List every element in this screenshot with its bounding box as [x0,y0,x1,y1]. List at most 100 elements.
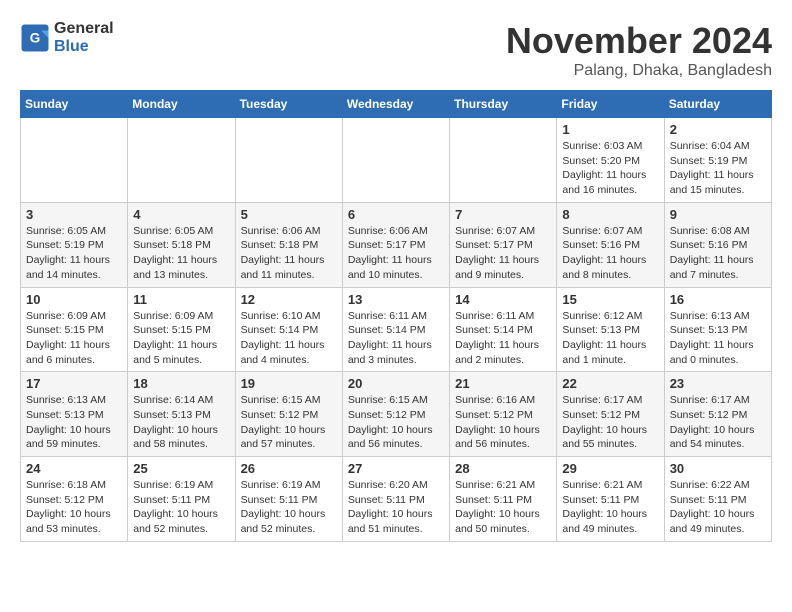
calendar-cell: 22Sunrise: 6:17 AM Sunset: 5:12 PM Dayli… [557,372,664,457]
calendar-cell: 23 Sunrise: 6:17 AM Sunset: 5:12 PM Dayli… [664,372,771,457]
day-number: 20 [348,376,444,391]
calendar-week-2: 10 Sunrise: 6:09 AM Sunset: 5:15 PM Dayli… [21,287,772,372]
day-detail: Sunrise: 6:10 AM Sunset: 5:14 PM Dayligh… [241,309,337,368]
calendar-week-1: 3 Sunrise: 6:05 AM Sunset: 5:19 PM Daylig… [21,202,772,287]
logo-icon: G [20,23,50,53]
day-detail: Sunrise: 6:11 AM Sunset: 5:14 PM Dayligh… [348,309,444,368]
calendar-cell: 13 Sunrise: 6:11 AM Sunset: 5:14 PM Dayli… [342,287,449,372]
calendar-cell: 12 Sunrise: 6:10 AM Sunset: 5:14 PM Dayli… [235,287,342,372]
day-number: 23 [670,376,766,391]
day-number: 15 [562,292,658,307]
day-detail: Sunrise: 6:13 AM Sunset: 5:13 PM Dayligh… [670,309,766,368]
day-detail: Sunrise: 6:08 AM Sunset: 5:16 PM Dayligh… [670,224,766,283]
day-number: 30 [670,461,766,476]
calendar-cell: 4 Sunrise: 6:05 AM Sunset: 5:18 PM Daylig… [128,202,235,287]
calendar-cell: 27 Sunrise: 6:20 AM Sunset: 5:11 PM Dayli… [342,457,449,542]
day-number: 16 [670,292,766,307]
calendar-cell: 25 Sunrise: 6:19 AM Sunset: 5:11 PM Dayli… [128,457,235,542]
calendar-week-0: 1Sunrise: 6:03 AM Sunset: 5:20 PM Daylig… [21,118,772,203]
day-detail: Sunrise: 6:03 AM Sunset: 5:20 PM Dayligh… [562,139,658,198]
day-detail: Sunrise: 6:07 AM Sunset: 5:16 PM Dayligh… [562,224,658,283]
day-number: 19 [241,376,337,391]
calendar-header-saturday: Saturday [664,91,771,118]
calendar-cell: 26 Sunrise: 6:19 AM Sunset: 5:11 PM Dayli… [235,457,342,542]
day-detail: Sunrise: 6:07 AM Sunset: 5:17 PM Dayligh… [455,224,551,283]
calendar-cell: 16 Sunrise: 6:13 AM Sunset: 5:13 PM Dayli… [664,287,771,372]
day-detail: Sunrise: 6:11 AM Sunset: 5:14 PM Dayligh… [455,309,551,368]
calendar-header-tuesday: Tuesday [235,91,342,118]
day-number: 29 [562,461,658,476]
day-number: 4 [133,207,229,222]
calendar-cell: 6 Sunrise: 6:06 AM Sunset: 5:17 PM Daylig… [342,202,449,287]
calendar-table: SundayMondayTuesdayWednesdayThursdayFrid… [20,90,772,542]
day-number: 9 [670,207,766,222]
day-number: 6 [348,207,444,222]
calendar-cell [235,118,342,203]
calendar-header-monday: Monday [128,91,235,118]
calendar-cell [128,118,235,203]
calendar-week-3: 17 Sunrise: 6:13 AM Sunset: 5:13 PM Dayli… [21,372,772,457]
day-number: 7 [455,207,551,222]
day-detail: Sunrise: 6:22 AM Sunset: 5:11 PM Dayligh… [670,478,766,537]
calendar-cell: 20 Sunrise: 6:15 AM Sunset: 5:12 PM Dayli… [342,372,449,457]
logo: G General Blue [20,20,114,55]
calendar-cell: 28 Sunrise: 6:21 AM Sunset: 5:11 PM Dayli… [450,457,557,542]
day-detail: Sunrise: 6:09 AM Sunset: 5:15 PM Dayligh… [133,309,229,368]
logo-general: General [54,20,114,38]
day-detail: Sunrise: 6:05 AM Sunset: 5:19 PM Dayligh… [26,224,122,283]
title-block: November 2024 Palang, Dhaka, Bangladesh [506,20,772,80]
day-number: 5 [241,207,337,222]
calendar-header-friday: Friday [557,91,664,118]
day-number: 21 [455,376,551,391]
day-detail: Sunrise: 6:15 AM Sunset: 5:12 PM Dayligh… [241,393,337,452]
day-detail: Sunrise: 6:13 AM Sunset: 5:13 PM Dayligh… [26,393,122,452]
day-number: 8 [562,207,658,222]
calendar-header-wednesday: Wednesday [342,91,449,118]
month-title: November 2024 [506,20,772,62]
day-number: 11 [133,292,229,307]
day-detail: Sunrise: 6:16 AM Sunset: 5:12 PM Dayligh… [455,393,551,452]
calendar-cell: 11 Sunrise: 6:09 AM Sunset: 5:15 PM Dayli… [128,287,235,372]
day-detail: Sunrise: 6:09 AM Sunset: 5:15 PM Dayligh… [26,309,122,368]
day-number: 26 [241,461,337,476]
page-header: G General Blue November 2024 Palang, Dha… [20,20,772,80]
day-number: 28 [455,461,551,476]
calendar-cell: 3 Sunrise: 6:05 AM Sunset: 5:19 PM Daylig… [21,202,128,287]
calendar-cell: 14 Sunrise: 6:11 AM Sunset: 5:14 PM Dayli… [450,287,557,372]
day-number: 25 [133,461,229,476]
day-detail: Sunrise: 6:12 AM Sunset: 5:13 PM Dayligh… [562,309,658,368]
day-number: 13 [348,292,444,307]
calendar-week-4: 24 Sunrise: 6:18 AM Sunset: 5:12 PM Dayli… [21,457,772,542]
day-detail: Sunrise: 6:20 AM Sunset: 5:11 PM Dayligh… [348,478,444,537]
day-number: 24 [26,461,122,476]
day-detail: Sunrise: 6:06 AM Sunset: 5:17 PM Dayligh… [348,224,444,283]
day-detail: Sunrise: 6:15 AM Sunset: 5:12 PM Dayligh… [348,393,444,452]
calendar-cell: 18 Sunrise: 6:14 AM Sunset: 5:13 PM Dayli… [128,372,235,457]
location: Palang, Dhaka, Bangladesh [506,62,772,80]
day-number: 17 [26,376,122,391]
day-detail: Sunrise: 6:18 AM Sunset: 5:12 PM Dayligh… [26,478,122,537]
day-number: 10 [26,292,122,307]
day-detail: Sunrise: 6:06 AM Sunset: 5:18 PM Dayligh… [241,224,337,283]
calendar-cell: 19 Sunrise: 6:15 AM Sunset: 5:12 PM Dayli… [235,372,342,457]
day-detail: Sunrise: 6:14 AM Sunset: 5:13 PM Dayligh… [133,393,229,452]
day-detail: Sunrise: 6:19 AM Sunset: 5:11 PM Dayligh… [133,478,229,537]
day-detail: Sunrise: 6:05 AM Sunset: 5:18 PM Dayligh… [133,224,229,283]
calendar-cell: 15 Sunrise: 6:12 AM Sunset: 5:13 PM Dayli… [557,287,664,372]
day-number: 27 [348,461,444,476]
day-number: 14 [455,292,551,307]
calendar-cell: 1Sunrise: 6:03 AM Sunset: 5:20 PM Daylig… [557,118,664,203]
day-detail: Sunrise: 6:19 AM Sunset: 5:11 PM Dayligh… [241,478,337,537]
day-detail: Sunrise: 6:21 AM Sunset: 5:11 PM Dayligh… [455,478,551,537]
day-detail: Sunrise: 6:04 AM Sunset: 5:19 PM Dayligh… [670,139,766,198]
day-number: 3 [26,207,122,222]
logo-text: General Blue [54,20,114,55]
calendar-cell: 17 Sunrise: 6:13 AM Sunset: 5:13 PM Dayli… [21,372,128,457]
day-detail: Sunrise: 6:21 AM Sunset: 5:11 PM Dayligh… [562,478,658,537]
day-detail: Sunrise: 6:17 AM Sunset: 5:12 PM Dayligh… [670,393,766,452]
logo-blue: Blue [54,38,114,56]
calendar-cell: 8 Sunrise: 6:07 AM Sunset: 5:16 PM Daylig… [557,202,664,287]
calendar-cell [450,118,557,203]
day-number: 12 [241,292,337,307]
day-number: 18 [133,376,229,391]
